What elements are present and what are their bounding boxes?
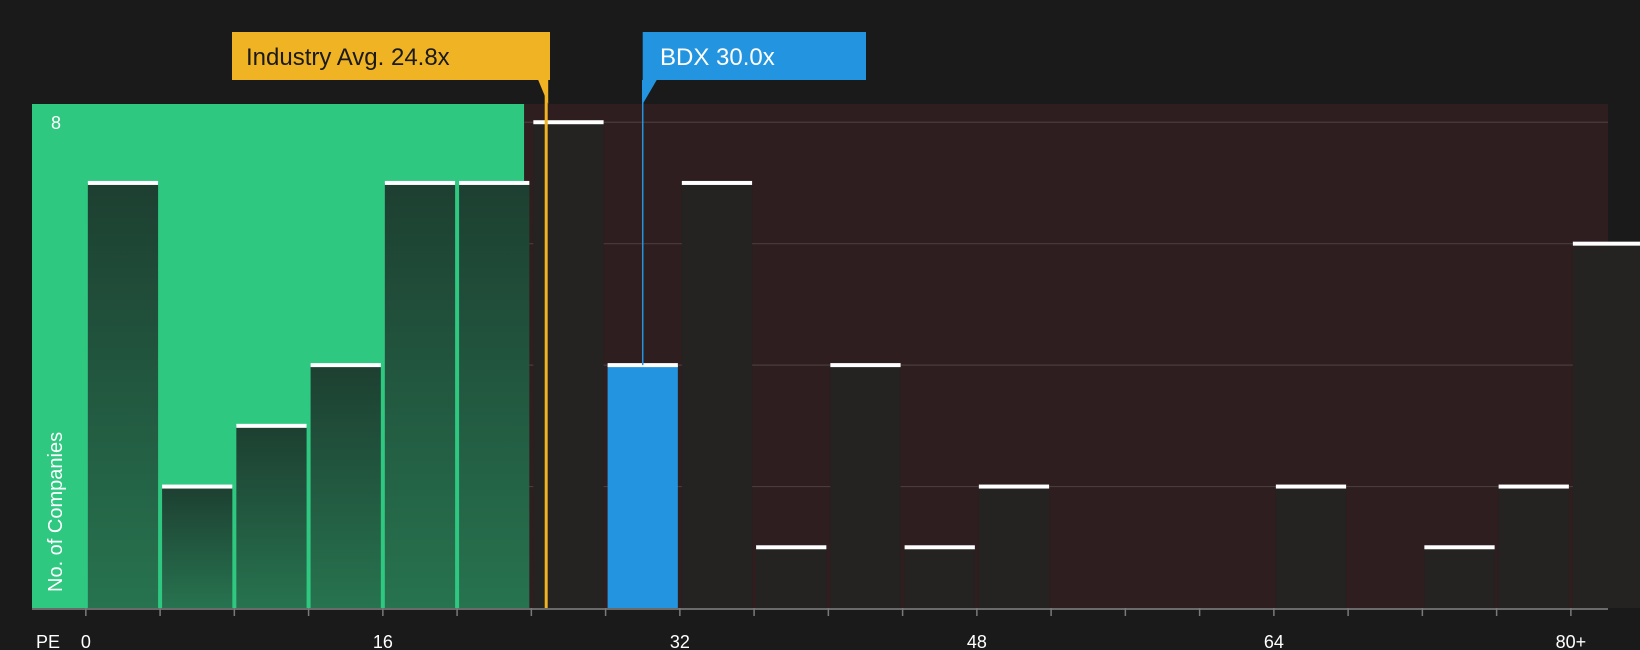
histogram-bar <box>384 182 456 608</box>
histogram-bar <box>1498 486 1569 608</box>
bar-cap <box>310 363 381 368</box>
x-tick-label: 32 <box>670 632 690 650</box>
histogram-bar <box>1572 243 1640 608</box>
y-tick-label: 8 <box>51 113 61 133</box>
bar-cap <box>459 180 530 185</box>
pe-distribution-chart: 0 16 32 48 64 80+ 8 No. of Companies PE Indust… <box>32 32 1640 650</box>
histogram-bar <box>162 486 233 608</box>
histogram-bar <box>904 547 975 608</box>
x-tick-label: 16 <box>373 632 393 650</box>
bar-cap <box>756 545 827 550</box>
bar-cap <box>1498 484 1569 489</box>
bar-cap <box>681 180 753 185</box>
x-tick-label: 48 <box>967 632 987 650</box>
histogram-bar <box>978 486 1050 608</box>
x-axis-label: PE <box>36 632 60 650</box>
x-tick-label: 80+ <box>1556 632 1587 650</box>
bar-cap <box>533 120 604 125</box>
histogram-bar <box>236 425 307 608</box>
bar-cap <box>87 180 159 185</box>
histogram-bar <box>310 365 381 608</box>
x-tick-label: 0 <box>81 632 91 650</box>
x-tick-label: 64 <box>1264 632 1284 650</box>
industry-average-label: Industry Avg. 24.8x <box>246 44 450 71</box>
histogram-bar <box>87 182 159 608</box>
bar-cap <box>978 484 1050 489</box>
bar-cap <box>1572 241 1640 246</box>
bar-cap <box>1275 484 1347 489</box>
bar-cap <box>1424 545 1495 550</box>
histogram-bar <box>607 365 678 608</box>
histogram-bar <box>459 182 530 608</box>
histogram-bar <box>756 547 827 608</box>
histogram-bar <box>681 182 753 608</box>
histogram-bar <box>1424 547 1495 608</box>
histogram-bar <box>533 122 604 609</box>
y-axis-label: No. of Companies <box>45 432 67 592</box>
bar-cap <box>162 484 233 489</box>
histogram-bar <box>1275 486 1347 608</box>
bar-cap <box>830 363 901 368</box>
company-pe-label: BDX 30.0x <box>660 44 775 71</box>
histogram-bar <box>830 365 901 608</box>
bar-cap <box>236 423 307 428</box>
bar-cap <box>384 180 456 185</box>
bar-cap <box>904 545 975 550</box>
